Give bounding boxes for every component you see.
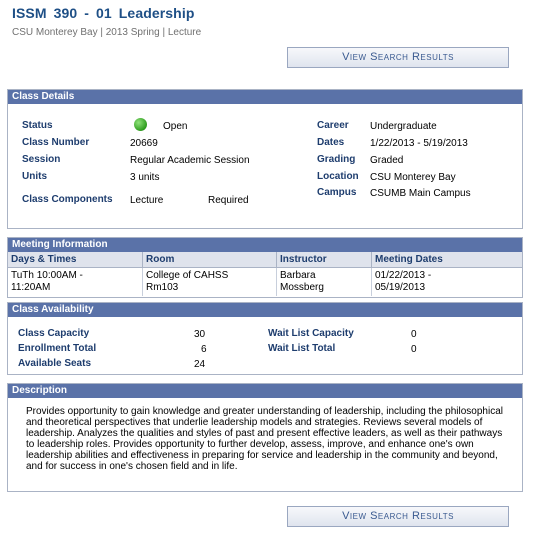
instructor-line2: Mossberg xyxy=(280,282,324,293)
page-subtitle: CSU Monterey Bay | 2013 Spring | Lecture xyxy=(12,27,202,38)
wait-list-total-value: 0 xyxy=(411,344,417,355)
column-room: Room xyxy=(142,252,277,268)
description-text: Provides opportunity to gain knowledge a… xyxy=(26,406,503,472)
units-value: 3 units xyxy=(130,172,160,183)
class-number-value: 20669 xyxy=(130,138,158,149)
view-search-results-label: View Search Results xyxy=(342,51,454,63)
room-line1: College of CAHSS xyxy=(146,270,229,281)
view-search-results-button-top[interactable]: View Search Results xyxy=(287,47,509,68)
class-details-header: Class Details xyxy=(8,90,522,104)
meeting-dates-line2: 05/19/2013 xyxy=(375,282,426,293)
column-days-times: Days & Times xyxy=(8,252,143,268)
enrollment-total-label: Enrollment Total xyxy=(18,343,97,354)
dates-label: Dates xyxy=(317,137,345,148)
cell-room: College of CAHSS Rm103 xyxy=(142,267,277,296)
location-value: CSU Monterey Bay xyxy=(370,172,456,183)
meeting-information-section: Meeting Information Days & Times Room In… xyxy=(7,237,523,298)
dates-value: 1/22/2013 - 5/19/2013 xyxy=(370,138,468,149)
description-section: Description Provides opportunity to gain… xyxy=(7,383,523,492)
class-components-required: Required xyxy=(208,195,249,206)
career-value: Undergraduate xyxy=(370,121,437,132)
view-search-results-button-bottom[interactable]: View Search Results xyxy=(287,506,509,527)
column-meeting-dates: Meeting Dates xyxy=(371,252,522,268)
class-capacity-label: Class Capacity xyxy=(18,328,90,339)
meeting-table-header-row: Days & Times Room Instructor Meeting Dat… xyxy=(8,252,522,268)
view-search-results-label: View Search Results xyxy=(342,510,454,522)
description-header: Description xyxy=(8,384,522,398)
class-availability-header: Class Availability xyxy=(8,303,522,317)
available-seats-label: Available Seats xyxy=(18,358,92,369)
campus-label: Campus xyxy=(317,187,357,198)
class-availability-section: Class Availability Class Capacity 30 Enr… xyxy=(7,302,523,375)
table-row: TuTh 10:00AM - 11:20AM College of CAHSS … xyxy=(8,267,523,297)
cell-instructor: Barbara Mossberg xyxy=(276,267,372,296)
class-components-label: Class Components xyxy=(22,194,113,205)
class-components-value: Lecture xyxy=(130,195,164,206)
page-title: ISSM 390 - 01 Leadership xyxy=(12,5,195,21)
cell-meeting-dates: 01/22/2013 - 05/19/2013 xyxy=(372,268,523,297)
meeting-dates-line1: 01/22/2013 - xyxy=(375,270,432,281)
column-instructor: Instructor xyxy=(276,252,372,268)
wait-list-capacity-value: 0 xyxy=(411,329,417,340)
status-label: Status xyxy=(22,120,53,131)
status-value: Open xyxy=(163,121,188,132)
wait-list-capacity-label: Wait List Capacity xyxy=(268,328,354,339)
class-capacity-value: 30 xyxy=(194,329,206,340)
units-label: Units xyxy=(22,171,47,182)
room-line2: Rm103 xyxy=(146,282,179,293)
enrollment-total-value: 6 xyxy=(201,344,207,355)
campus-value: CSUMB Main Campus xyxy=(370,188,471,199)
instructor-line1: Barbara xyxy=(280,270,316,281)
session-value: Regular Academic Session xyxy=(130,155,250,166)
meeting-information-header: Meeting Information xyxy=(8,238,522,252)
cell-days-times: TuTh 10:00AM - 11:20AM xyxy=(8,267,143,296)
status-open-icon xyxy=(134,118,147,131)
wait-list-total-label: Wait List Total xyxy=(268,343,336,354)
session-label: Session xyxy=(22,154,61,165)
days-times-line2: 11:20AM xyxy=(11,282,51,293)
class-details-section: Class Details Status Open Class Number 2… xyxy=(7,89,523,229)
grading-label: Grading xyxy=(317,154,356,165)
grading-value: Graded xyxy=(370,155,404,166)
career-label: Career xyxy=(317,120,349,131)
days-times-line1: TuTh 10:00AM - xyxy=(11,270,83,281)
available-seats-value: 24 xyxy=(194,359,206,370)
meeting-table: Days & Times Room Instructor Meeting Dat… xyxy=(8,252,522,296)
location-label: Location xyxy=(317,171,359,182)
class-number-label: Class Number xyxy=(22,137,90,148)
